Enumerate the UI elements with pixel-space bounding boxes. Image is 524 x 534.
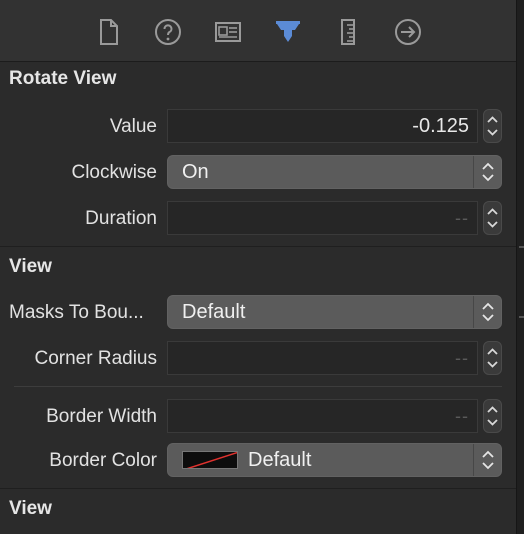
corner-radius-stepper[interactable]	[483, 341, 502, 375]
group-divider	[14, 386, 502, 387]
border-color-value: Default	[248, 448, 312, 471]
masks-to-bounds-label: Masks To Bou...	[9, 302, 144, 323]
adjacent-panel-edge	[516, 0, 524, 534]
value-stepper[interactable]	[483, 109, 502, 143]
border-width-field[interactable]: --	[167, 399, 478, 433]
value-label: Value	[109, 116, 157, 137]
section-divider	[0, 488, 516, 489]
border-width-label: Border Width	[46, 406, 157, 427]
duration-label: Duration	[85, 208, 157, 229]
panel-edge-mark	[519, 316, 524, 318]
border-width-stepper[interactable]	[483, 399, 502, 433]
connections-inspector-icon[interactable]	[392, 16, 424, 48]
corner-radius-label: Corner Radius	[34, 348, 158, 369]
value-field-text: -0.125	[412, 114, 469, 137]
masks-to-bounds-value: Default	[182, 300, 246, 323]
file-inspector-icon[interactable]	[92, 16, 124, 48]
chevron-up-down-icon	[473, 156, 501, 188]
inspector-toolbar	[0, 0, 516, 62]
value-field[interactable]: -0.125	[167, 109, 478, 143]
chevron-up-down-icon	[473, 296, 501, 328]
border-color-popup[interactable]: Default	[167, 443, 502, 477]
size-inspector-icon[interactable]	[332, 16, 364, 48]
border-color-label: Border Color	[49, 450, 157, 471]
quick-help-icon[interactable]	[152, 16, 184, 48]
duration-field[interactable]: --	[167, 201, 478, 235]
corner-radius-placeholder: --	[455, 347, 469, 368]
chevron-up-down-icon	[473, 444, 501, 476]
border-width-placeholder: --	[455, 405, 469, 426]
duration-stepper[interactable]	[483, 201, 502, 235]
clockwise-popup[interactable]: On	[167, 155, 502, 189]
color-swatch-none	[182, 451, 238, 469]
duration-placeholder: --	[455, 207, 469, 228]
attributes-inspector-icon[interactable]	[272, 16, 304, 48]
clockwise-label: Clockwise	[71, 162, 157, 183]
panel-edge-mark	[519, 246, 524, 248]
section-title-view-2: View	[9, 498, 52, 519]
section-divider	[0, 246, 516, 247]
identity-inspector-icon[interactable]	[212, 16, 244, 48]
corner-radius-field[interactable]: --	[167, 341, 478, 375]
section-title-rotate-view: Rotate View	[9, 68, 117, 89]
section-title-view: View	[9, 256, 52, 277]
masks-to-bounds-popup[interactable]: Default	[167, 295, 502, 329]
clockwise-popup-value: On	[182, 160, 209, 183]
